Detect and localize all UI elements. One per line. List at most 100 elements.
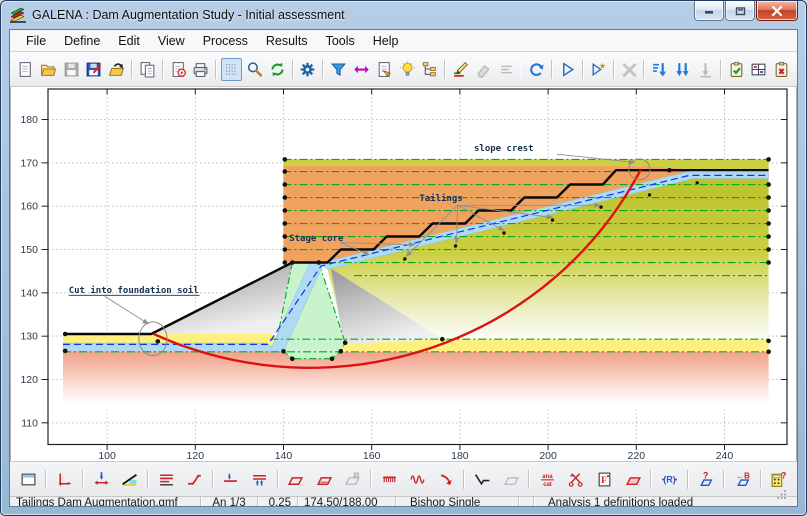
menu-item-process[interactable]: Process <box>194 32 257 50</box>
axes-icon[interactable] <box>52 468 76 491</box>
menu-item-edit[interactable]: Edit <box>109 32 149 50</box>
status-text-1: An 1/3 <box>212 497 246 507</box>
material-region-icon[interactable] <box>284 468 308 491</box>
toolbar-separator <box>551 59 554 79</box>
run-all-icon[interactable] <box>588 58 609 81</box>
import-folder-icon[interactable] <box>106 58 127 81</box>
erase-icon <box>473 58 494 81</box>
piezo-lines-icon[interactable] <box>247 468 271 491</box>
window-controls <box>693 1 798 21</box>
status-panel-5 <box>519 497 534 506</box>
status-text-6: Analysis 1 definitions loaded <box>548 497 694 507</box>
sort-lines-down-icon[interactable] <box>649 58 670 81</box>
slip-direction-icon[interactable] <box>434 468 458 491</box>
grid-toggle-icon[interactable] <box>221 57 242 81</box>
print-icon[interactable] <box>190 58 211 81</box>
toolbar-separator <box>211 469 214 489</box>
edit-lines-icon <box>496 58 517 81</box>
svg-text:120: 120 <box>20 374 38 386</box>
run-analysis-icon[interactable] <box>557 58 578 81</box>
cross-section-plot[interactable]: Cut into foundation soil Stage core Tailin… <box>11 87 798 461</box>
edit-pen-icon[interactable] <box>450 58 471 81</box>
factor-box-icon[interactable]: F <box>592 468 616 491</box>
save-as-icon[interactable] <box>83 58 104 81</box>
step-line-icon[interactable] <box>182 468 206 491</box>
status-panel-1: An 1/3 <box>201 497 258 507</box>
results-table-icon[interactable] <box>748 58 769 81</box>
status-text-2: 0.25 <box>268 497 291 507</box>
tree-view-icon[interactable] <box>419 58 440 81</box>
status-text-4: Bishop Single <box>410 497 481 507</box>
material-lines-icon[interactable] <box>154 468 178 491</box>
filter-funnel-icon[interactable] <box>328 58 349 81</box>
surface-define-icon[interactable] <box>470 468 494 491</box>
status-panel-6: Analysis 1 definitions loaded <box>534 497 797 507</box>
results-ok-icon[interactable] <box>726 58 747 81</box>
restore-button[interactable] <box>725 1 755 21</box>
sort-down-icon <box>695 58 716 81</box>
menu-item-results[interactable]: Results <box>257 32 317 50</box>
redo-icon[interactable] <box>526 58 547 81</box>
hint-bulb-icon[interactable] <box>397 58 418 81</box>
slope-water-icon[interactable] <box>117 468 141 491</box>
svg-text:Tailings: Tailings <box>419 193 462 204</box>
save-icon <box>61 58 82 81</box>
restraints-icon[interactable]: (R) <box>657 468 681 491</box>
status-text-3: 174.50/188.00 <box>304 497 378 507</box>
define-toolbar: ana cat F (R)? ←B? <box>10 461 797 496</box>
distributed-load-icon[interactable] <box>377 468 401 491</box>
title-bar[interactable]: GALENA : Dam Augmentation Study - Initia… <box>1 1 806 28</box>
close-button[interactable] <box>756 1 798 21</box>
toolbar-separator <box>131 59 133 79</box>
svg-text:170: 170 <box>20 157 38 169</box>
toolbar-separator <box>45 469 48 489</box>
menu-item-help[interactable]: Help <box>364 32 408 50</box>
menu-item-view[interactable]: View <box>149 32 194 50</box>
calculate-query-icon[interactable]: ? <box>767 468 791 491</box>
toolbar-separator <box>322 59 325 79</box>
toolbar-separator <box>650 469 653 489</box>
sort-arrows-down-icon[interactable] <box>672 58 693 81</box>
menu-item-tools[interactable]: Tools <box>317 32 364 50</box>
results-failed-icon[interactable] <box>771 58 792 81</box>
svg-text:140: 140 <box>20 287 38 299</box>
toolbar-separator <box>444 59 447 79</box>
svg-text:←B: ←B <box>736 471 750 480</box>
menu-item-file[interactable]: File <box>17 32 55 50</box>
zoom-magnifier-icon[interactable] <box>244 58 265 81</box>
svg-text:130: 130 <box>20 331 38 343</box>
back-analysis-icon[interactable]: ←B <box>730 468 754 491</box>
svg-text:F: F <box>601 475 607 486</box>
region-fill-icon[interactable] <box>621 468 645 491</box>
chart-area[interactable]: Cut into foundation soil Stage core Tailin… <box>10 87 797 461</box>
cut-surfaces-icon[interactable] <box>564 468 588 491</box>
settings-gear-icon[interactable] <box>298 58 319 81</box>
refresh-icon[interactable] <box>267 58 288 81</box>
svg-text:160: 160 <box>363 450 381 461</box>
status-panel-0: Tailings Dam Augmentation.gmf <box>10 497 201 506</box>
analysis-catalog-icon[interactable]: ana cat <box>535 468 559 491</box>
toolbar-separator <box>719 59 722 79</box>
query-region-icon[interactable]: ? <box>694 468 718 491</box>
svg-text:200: 200 <box>539 450 557 461</box>
surface-arrows-icon[interactable] <box>89 468 113 491</box>
menu-item-define[interactable]: Define <box>55 32 109 50</box>
phreatic-line-icon[interactable] <box>219 468 243 491</box>
new-file-icon[interactable] <box>15 58 36 81</box>
copy-icon[interactable] <box>137 58 158 81</box>
status-bar: Tailings Dam Augmentation.gmf An 1/3 0.25 1… <box>10 490 797 507</box>
page-properties-icon[interactable] <box>374 58 395 81</box>
resize-grip[interactable] <box>777 489 787 499</box>
svg-text:ana: ana <box>542 473 553 479</box>
region-grey-icon <box>499 468 523 491</box>
print-preview-icon[interactable] <box>168 58 189 81</box>
toolbar-separator <box>463 469 466 489</box>
earthquake-icon[interactable] <box>406 468 430 491</box>
window-limits-icon[interactable] <box>16 468 40 491</box>
expand-horizontal-icon[interactable] <box>351 58 372 81</box>
svg-text:160: 160 <box>20 201 38 213</box>
minimize-button[interactable] <box>694 1 724 21</box>
material-region2-icon[interactable] <box>312 468 336 491</box>
toolbar-separator <box>146 469 149 489</box>
open-folder-icon[interactable] <box>38 58 59 81</box>
